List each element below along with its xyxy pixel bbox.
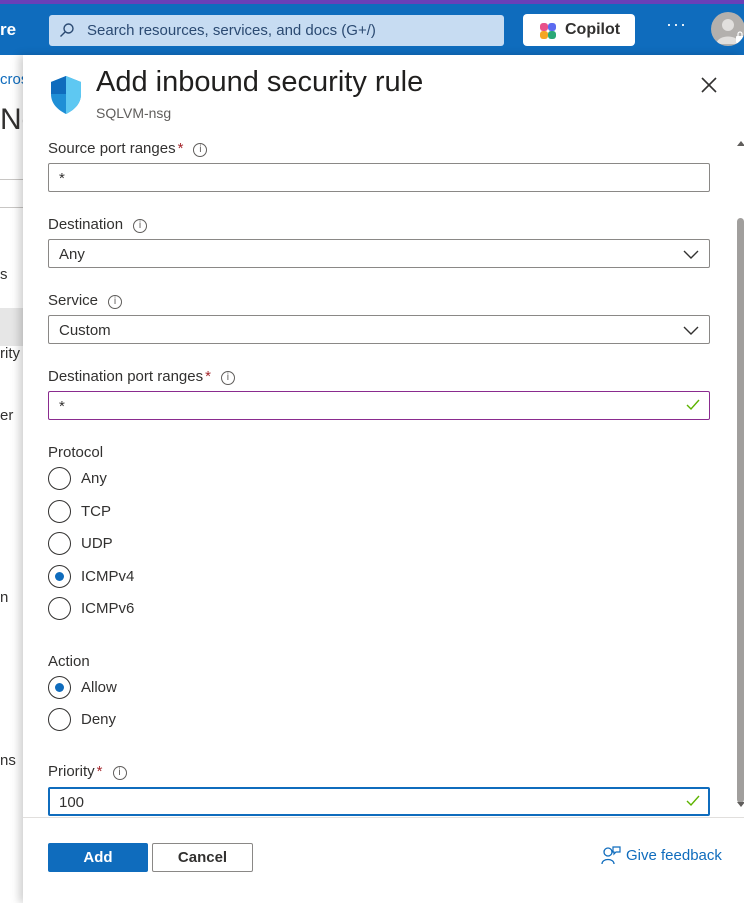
search-placeholder: Search resources, services, and docs (G+… xyxy=(87,22,376,39)
copilot-button[interactable]: Copilot xyxy=(523,14,635,46)
protocol-label: Protocol xyxy=(48,444,104,461)
source-port-input[interactable]: * xyxy=(48,163,710,192)
radio-label: ICMPv6 xyxy=(81,600,135,617)
background-nav-item[interactable]: rity xyxy=(0,345,20,362)
service-label: Service i xyxy=(48,292,123,309)
checkmark-icon xyxy=(686,795,700,807)
radio-selected-dot xyxy=(54,682,64,692)
destination-select[interactable]: Any xyxy=(48,239,710,268)
add-inbound-rule-panel: Add inbound security rule SQLVM-nsg Sour… xyxy=(23,55,744,903)
source-port-label: Source port ranges * i xyxy=(48,140,208,157)
radio-label: TCP xyxy=(81,503,111,520)
required-marker: * xyxy=(96,763,103,780)
background-nav-item[interactable]: ns xyxy=(0,752,16,769)
source-port-value: * xyxy=(59,170,65,187)
background-nav-item[interactable]: er xyxy=(0,407,13,424)
scroll-down-arrow[interactable] xyxy=(737,802,744,807)
service-value: Custom xyxy=(59,322,111,339)
give-feedback-label: Give feedback xyxy=(626,847,722,864)
required-marker: * xyxy=(205,368,211,385)
radio-label: Allow xyxy=(81,679,117,696)
info-icon[interactable]: i xyxy=(112,766,127,780)
scroll-up-arrow[interactable] xyxy=(737,141,744,146)
background-nav-item[interactable]: s xyxy=(0,266,8,283)
info-icon[interactable]: i xyxy=(193,143,208,157)
shield-icon xyxy=(51,76,81,114)
top-accent-strip xyxy=(0,0,744,4)
destination-label: Destination i xyxy=(48,216,148,233)
background-selected-nav[interactable] xyxy=(0,308,24,346)
radio-label: Any xyxy=(81,470,107,487)
radio-button[interactable] xyxy=(48,467,71,490)
more-options-icon[interactable]: ··· xyxy=(666,14,687,35)
top-bar: re Search resources, services, and docs … xyxy=(0,0,744,55)
scrollbar-thumb[interactable] xyxy=(737,218,744,803)
chevron-down-icon xyxy=(683,250,699,259)
radio-button-selected[interactable] xyxy=(48,676,71,699)
destination-port-input[interactable]: * xyxy=(48,391,710,420)
radio-button[interactable] xyxy=(48,597,71,620)
service-label-text: Service xyxy=(48,292,99,309)
search-icon xyxy=(60,23,74,37)
destination-port-label-text: Destination port ranges xyxy=(48,368,204,385)
brand-name[interactable]: re xyxy=(0,20,16,40)
radio-button[interactable] xyxy=(48,532,71,555)
required-marker: * xyxy=(177,140,184,157)
radio-button[interactable] xyxy=(48,500,71,523)
source-port-label-text: Source port ranges xyxy=(48,140,176,157)
destination-value: Any xyxy=(59,246,85,263)
background-nav-item[interactable]: n xyxy=(0,589,8,606)
destination-port-value: * xyxy=(59,398,65,415)
copilot-icon xyxy=(540,23,556,39)
priority-label: Priority * i xyxy=(48,763,127,780)
chevron-down-icon xyxy=(683,326,699,335)
radio-label: Deny xyxy=(81,711,117,728)
priority-label-text: Priority xyxy=(48,763,95,780)
footer-divider xyxy=(23,817,744,818)
radio-selected-dot xyxy=(54,571,64,581)
destination-port-label: Destination port ranges * i xyxy=(48,368,235,385)
action-label: Action xyxy=(48,653,90,670)
priority-value: 100 xyxy=(59,794,85,811)
feedback-person-icon xyxy=(601,846,621,865)
destination-label-text: Destination xyxy=(48,216,124,233)
checkmark-icon xyxy=(686,399,700,411)
radio-button[interactable] xyxy=(48,708,71,731)
priority-input[interactable]: 100 xyxy=(48,787,710,816)
background-divider xyxy=(0,179,24,180)
cancel-button[interactable]: Cancel xyxy=(152,843,253,872)
info-icon[interactable]: i xyxy=(220,371,235,385)
radio-button-selected[interactable] xyxy=(48,565,71,588)
radio-label: ICMPv4 xyxy=(81,568,135,585)
info-icon[interactable]: i xyxy=(133,219,148,233)
close-icon[interactable] xyxy=(700,76,718,94)
panel-title: Add inbound security rule xyxy=(96,66,424,98)
background-page: cros Ne s rity er n ns xyxy=(0,55,38,903)
add-button[interactable]: Add xyxy=(48,843,148,872)
search-box[interactable]: Search resources, services, and docs (G+… xyxy=(49,15,504,46)
avatar-icon xyxy=(716,19,744,44)
service-select[interactable]: Custom xyxy=(48,315,710,344)
info-icon[interactable]: i xyxy=(108,295,123,309)
background-divider xyxy=(0,207,24,208)
radio-label: UDP xyxy=(81,535,113,552)
copilot-label: Copilot xyxy=(565,21,621,38)
panel-subtitle: SQLVM-nsg xyxy=(96,105,172,121)
user-avatar[interactable] xyxy=(711,12,744,46)
